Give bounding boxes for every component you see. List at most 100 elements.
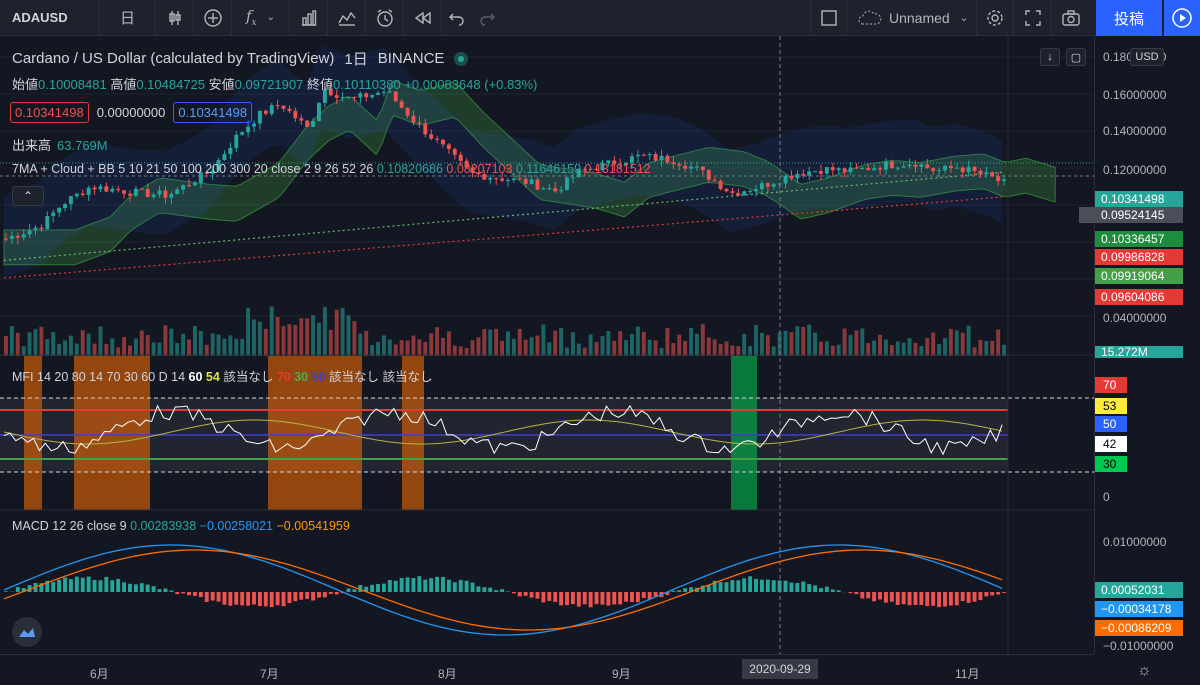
macd-hist-bar xyxy=(104,576,109,592)
settings-button[interactable] xyxy=(976,0,1014,36)
volume-bar xyxy=(240,338,245,356)
tradingview-logo[interactable] xyxy=(12,617,42,647)
macd-hist-bar xyxy=(954,592,959,606)
chart-canvas[interactable] xyxy=(0,36,1094,654)
macd-hist-bar xyxy=(210,592,215,601)
volume-bar xyxy=(104,344,109,356)
close-value: 0.10110380 xyxy=(333,77,401,92)
publish-button[interactable]: 投稿 xyxy=(1096,0,1162,36)
redo-button[interactable] xyxy=(472,0,502,36)
candle-body xyxy=(181,185,186,190)
volume-bar xyxy=(352,321,357,356)
maximize-icon: ▢ xyxy=(1070,51,1082,64)
legend-collapse-button[interactable]: ⌃ xyxy=(12,186,44,206)
pane-maximize-button[interactable]: ▢ xyxy=(1066,48,1086,66)
price-tag-cursor: 0.09524145 xyxy=(1079,207,1183,223)
candle-body xyxy=(423,123,428,135)
candle-body xyxy=(98,186,103,190)
fullscreen-select-button[interactable] xyxy=(810,0,846,36)
price-label: 0.12000000 xyxy=(1103,163,1167,177)
macd-hist-bar xyxy=(535,592,540,599)
fullscreen-button[interactable] xyxy=(1014,0,1052,36)
volume-bar xyxy=(446,331,451,356)
snapshot-button[interactable] xyxy=(1052,0,1090,36)
pane-down-button[interactable]: ↓ xyxy=(1040,48,1060,66)
candle-body xyxy=(925,164,930,169)
price-axis[interactable]: 0.18000000 0.16000000 0.14000000 0.12000… xyxy=(1079,36,1200,654)
mfi-value-50: 50 xyxy=(311,370,326,384)
macd-hist-bar xyxy=(624,592,629,602)
buy-price[interactable]: 0.10341498 xyxy=(173,102,253,123)
candle-body xyxy=(765,183,770,187)
chart-type-button[interactable] xyxy=(156,0,194,36)
chevron-up-icon: ⌃ xyxy=(22,189,34,203)
time-axis[interactable]: 6月 7月 8月 9月 11月 2020-09-29 xyxy=(0,654,1094,685)
volume-bar xyxy=(387,339,392,356)
indicators-button[interactable]: fx ⌄ xyxy=(232,0,290,36)
macd-axis-label: −0.01000000 xyxy=(1103,639,1174,653)
mfi-value-54: 54 xyxy=(205,370,220,384)
macd-hist-bar xyxy=(742,578,747,592)
volume-bar xyxy=(718,344,723,356)
candle-body xyxy=(848,167,853,173)
symbol-search[interactable]: ADAUSD xyxy=(0,0,100,36)
financials-button[interactable] xyxy=(290,0,328,36)
alarm-clock-icon xyxy=(376,8,393,27)
candle-body xyxy=(370,94,375,98)
candle-body xyxy=(269,105,274,114)
macd-hist-bar xyxy=(287,592,292,604)
macd-hist-bar xyxy=(807,584,812,592)
macd-hist-bar xyxy=(494,590,499,592)
macd-hist-bar xyxy=(198,592,203,598)
symbol-title[interactable]: Cardano / US Dollar (calculated by Tradi… xyxy=(12,50,334,67)
mfi-value-60: 60 xyxy=(188,370,203,384)
macd-hist-bar xyxy=(872,592,877,602)
ohlc-values: 始値0.10008481 高値0.10484725 安値0.09721907 終… xyxy=(12,74,537,93)
play-button[interactable] xyxy=(1164,0,1200,36)
square-icon xyxy=(820,10,837,26)
candle-body xyxy=(878,168,882,170)
candles-icon xyxy=(168,10,181,25)
currency-badge[interactable]: USD xyxy=(1130,48,1164,66)
candle-body xyxy=(234,134,239,148)
undo-button[interactable] xyxy=(442,0,472,36)
macd-hist-bar xyxy=(978,592,983,601)
interval-button[interactable]: 日 xyxy=(100,0,156,36)
alert-button[interactable] xyxy=(366,0,404,36)
volume-bar xyxy=(57,343,62,356)
macd-hist-bar xyxy=(423,579,428,592)
candle-body xyxy=(736,192,741,196)
high-label: 高値 xyxy=(110,77,137,92)
mfi-legend[interactable]: MFI 14 20 80 14 70 30 60 D 14 60 54 該当なし… xyxy=(12,366,433,385)
add-compare-button[interactable] xyxy=(194,0,232,36)
candle-body xyxy=(446,144,451,149)
indicator-legend[interactable]: 7MA + Cloud + BB 5 10 21 50 100 200 300 … xyxy=(12,162,651,176)
macd-name: MACD 12 26 close 9 xyxy=(12,519,127,533)
candle-body xyxy=(565,177,569,190)
volume-bar xyxy=(381,335,386,356)
volume-bar xyxy=(925,337,930,356)
volume-bar xyxy=(92,343,97,356)
candle-body xyxy=(110,188,115,192)
candle-body xyxy=(671,162,676,165)
replay-button[interactable] xyxy=(404,0,442,36)
candle-body xyxy=(824,167,829,174)
templates-button[interactable] xyxy=(328,0,366,36)
candle-body xyxy=(730,191,735,193)
volume-legend[interactable]: 出来高 63.769M xyxy=(12,135,108,154)
candle-body xyxy=(954,167,959,169)
volume-bar xyxy=(742,333,747,356)
mfi-zero-label: 0 xyxy=(1103,490,1110,504)
gear-icon[interactable]: ☼ xyxy=(1137,662,1152,680)
sell-price[interactable]: 0.10341498 xyxy=(10,102,89,123)
volume-bar xyxy=(511,338,516,356)
volume-bar xyxy=(635,326,640,356)
macd-hist-bar xyxy=(328,592,333,595)
layout-menu[interactable]: Unnamed ⌄ xyxy=(846,0,976,36)
macd-legend[interactable]: MACD 12 26 close 9 0.00283938 −0.0025802… xyxy=(12,519,350,533)
macd-hist-bar xyxy=(429,578,434,592)
play-icon xyxy=(1172,8,1192,28)
volume-bar xyxy=(27,332,32,356)
undo-icon xyxy=(449,13,464,26)
candle-body xyxy=(4,238,8,240)
